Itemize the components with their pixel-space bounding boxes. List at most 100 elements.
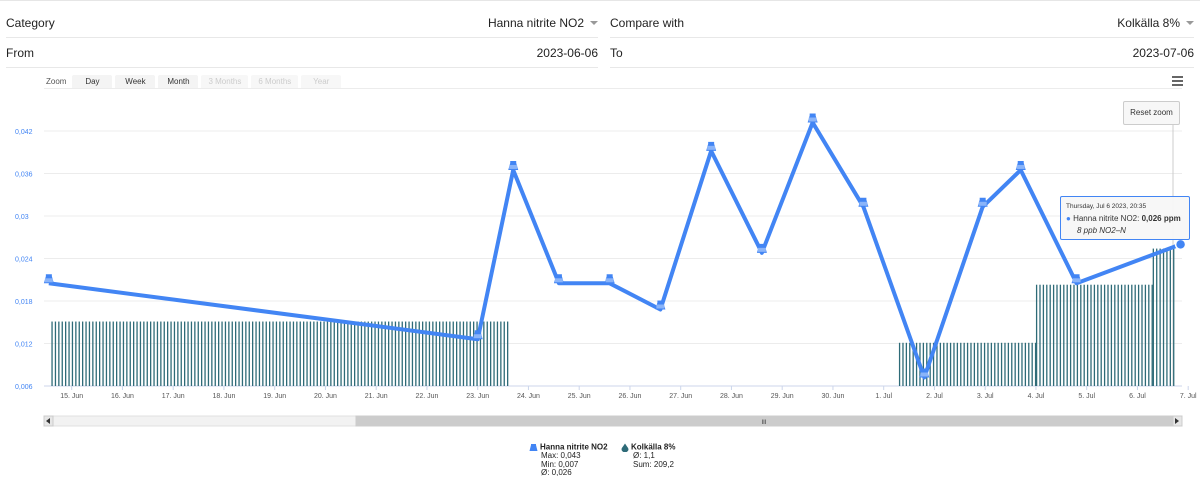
kolkalla-bar (473, 321, 475, 386)
kolkalla-bar (1035, 284, 1038, 386)
scroll-grip-icon[interactable]: III (761, 420, 766, 426)
kolkalla-bar (333, 321, 335, 386)
beaker-marker-liquid (808, 117, 817, 122)
beaker-marker-icon (1015, 160, 1026, 170)
kolkalla-bar (956, 342, 959, 386)
kolkalla-bar (109, 321, 111, 386)
kolkalla-bar (1076, 284, 1079, 386)
kolkalla-bar (1086, 284, 1089, 386)
legend-item-kolkalla[interactable]: Kolkälla 8% Ø: 1,1 Sum: 209,2 (621, 443, 675, 469)
kolkalla-bar (1021, 342, 1023, 386)
kolkalla-bar (1124, 284, 1126, 386)
kolkalla-bar (309, 321, 312, 386)
kolkalla-bar (909, 342, 911, 386)
tooltip-extra: 8 ppb NO2–N (1077, 226, 1126, 235)
kolkalla-bar (99, 321, 101, 386)
kolkalla-bar (384, 321, 386, 386)
x-tick-label: 22. Jun (415, 393, 438, 400)
kolkalla-bar (102, 321, 104, 386)
kolkalla-bar (493, 321, 495, 386)
kolkalla-bar (1004, 342, 1006, 386)
kolkalla-bar (275, 321, 278, 386)
x-tick-label: 21. Jun (365, 393, 388, 400)
x-tick-label: 29. Jun (771, 393, 794, 400)
x-tick-label: 27. Jun (669, 393, 692, 400)
kolkalla-bar (245, 321, 247, 386)
kolkalla-bar (167, 321, 169, 386)
kolkalla-bar (105, 321, 108, 386)
kolkalla-bar (1073, 284, 1075, 386)
kolkalla-bar (1131, 284, 1133, 386)
x-tick-label: 20. Jun (314, 393, 337, 400)
kolkalla-bar (1137, 284, 1140, 386)
beaker-marker-liquid (473, 334, 482, 339)
kolkalla-bar (1166, 248, 1168, 386)
kolkalla-bar (146, 321, 148, 386)
kolkalla-bar (1144, 284, 1147, 386)
kolkalla-bar (1103, 284, 1106, 386)
kolkalla-bar (1080, 284, 1082, 386)
kolkalla-bar (343, 321, 346, 386)
tooltip-series-line: ● Hanna nitrite NO2: 0,026 ppm (1066, 214, 1181, 223)
kolkalla-bar (898, 342, 901, 386)
kolkalla-bar (966, 342, 969, 386)
kolkalla-bar (1120, 284, 1123, 386)
kolkalla-bar (439, 321, 441, 386)
kolkalla-bar (1017, 342, 1020, 386)
kolkalla-bar (248, 321, 250, 386)
kolkalla-bar (1028, 342, 1030, 386)
kolkalla-bar (231, 321, 233, 386)
kolkalla-bar (316, 321, 318, 386)
kolkalla-bar (939, 342, 942, 386)
kolkalla-bar (994, 342, 996, 386)
kolkalla-bar (435, 321, 437, 386)
kolkalla-bar (71, 321, 74, 386)
kolkalla-bar (388, 321, 390, 386)
kolkalla-bar (51, 321, 53, 386)
kolkalla-bar (303, 321, 305, 386)
kolkalla-bar (490, 321, 492, 386)
kolkalla-bar (207, 321, 210, 386)
beaker-marker-icon (807, 113, 818, 123)
kolkalla-bar (1056, 284, 1058, 386)
x-tick-label: 18. Jun (212, 393, 235, 400)
kolkalla-bar (980, 342, 982, 386)
beaker-marker-icon (508, 160, 519, 170)
legend-item-hanna[interactable]: Hanna nitrite NO2 Max: 0,043 Min: 0,007 … (529, 443, 608, 478)
kolkalla-bar (503, 321, 505, 386)
kolkalla-bar (936, 342, 938, 386)
kolkalla-bar (326, 321, 329, 386)
x-tick-label: 5. Jul (1078, 393, 1095, 400)
beaker-marker-liquid (757, 247, 766, 252)
x-tick-label: 26. Jun (618, 393, 641, 400)
kolkalla-bar (1024, 342, 1027, 386)
kolkalla-bar (126, 321, 128, 386)
kolkalla-bar (228, 321, 230, 386)
kolkalla-columns (51, 248, 1175, 386)
kolkalla-bar (177, 321, 179, 386)
beaker-marker-liquid (1072, 278, 1081, 283)
kolkalla-bar (970, 342, 972, 386)
kolkalla-bar (1148, 284, 1150, 386)
chart-plot: 0,006 0,012 0,018 0,024 0,03 0,036 0,042 15. Ju… (15, 88, 1197, 427)
kolkalla-bar (943, 342, 945, 386)
kolkalla-bar (371, 321, 373, 386)
kolkalla-bar (377, 321, 380, 386)
kolkalla-bar (187, 321, 189, 386)
kolkalla-bar (381, 321, 383, 386)
kolkalla-bar (61, 321, 63, 386)
kolkalla-bar (462, 321, 465, 386)
kolkalla-bar (133, 321, 135, 386)
y-tick-label: 0,024 (15, 257, 33, 264)
kolkalla-bar (1169, 248, 1171, 386)
kolkalla-bar (201, 321, 203, 386)
kolkalla-bar (54, 321, 57, 386)
kolkalla-bar (496, 321, 499, 386)
kolkalla-bar (367, 321, 369, 386)
reset-zoom-button[interactable]: Reset zoom (1123, 101, 1180, 125)
tooltip-date: Thursday, Jul 6 2023, 20:35 (1066, 203, 1147, 210)
beaker-marker-liquid (859, 201, 868, 206)
kolkalla-bar (337, 321, 339, 386)
kolkalla-bar (442, 321, 444, 386)
kolkalla-bar (354, 321, 356, 386)
